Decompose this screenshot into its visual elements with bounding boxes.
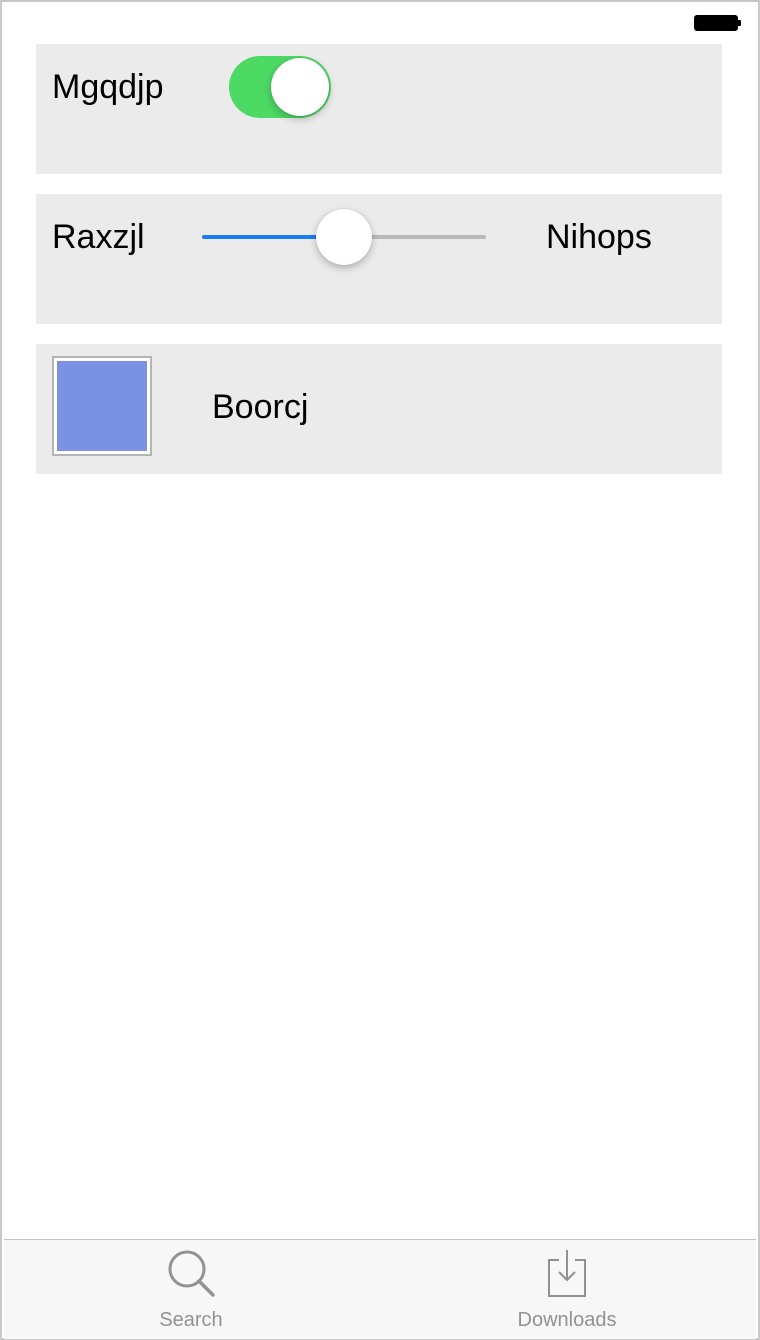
tab-bar: Search Downloads	[4, 1239, 756, 1339]
slider-thumb[interactable]	[316, 209, 372, 265]
color-swatch-button[interactable]	[52, 356, 152, 456]
toggle-label: Mgqdjp	[52, 68, 164, 106]
toggle-row: Mgqdjp	[36, 44, 722, 174]
color-swatch-fill	[57, 361, 147, 451]
tab-search-label: Search	[159, 1309, 223, 1331]
slider[interactable]	[202, 208, 486, 265]
tab-downloads[interactable]: Downloads	[467, 1240, 667, 1339]
tab-search[interactable]: Search	[91, 1240, 291, 1339]
toggle-switch[interactable]	[229, 56, 331, 118]
download-tray-icon	[548, 1250, 586, 1297]
slider-right-label: Nihops	[546, 218, 652, 256]
search-icon	[168, 1250, 215, 1297]
toggle-knob	[271, 58, 329, 116]
app-window: Mgqdjp Raxzjl Nihops Boorcj Search Downl…	[0, 0, 760, 1340]
battery-icon	[694, 15, 741, 31]
color-row: Boorcj	[36, 344, 722, 474]
color-label: Boorcj	[212, 388, 309, 426]
slider-row: Raxzjl Nihops	[36, 194, 722, 324]
slider-left-label: Raxzjl	[52, 218, 145, 256]
tab-downloads-label: Downloads	[517, 1309, 617, 1331]
